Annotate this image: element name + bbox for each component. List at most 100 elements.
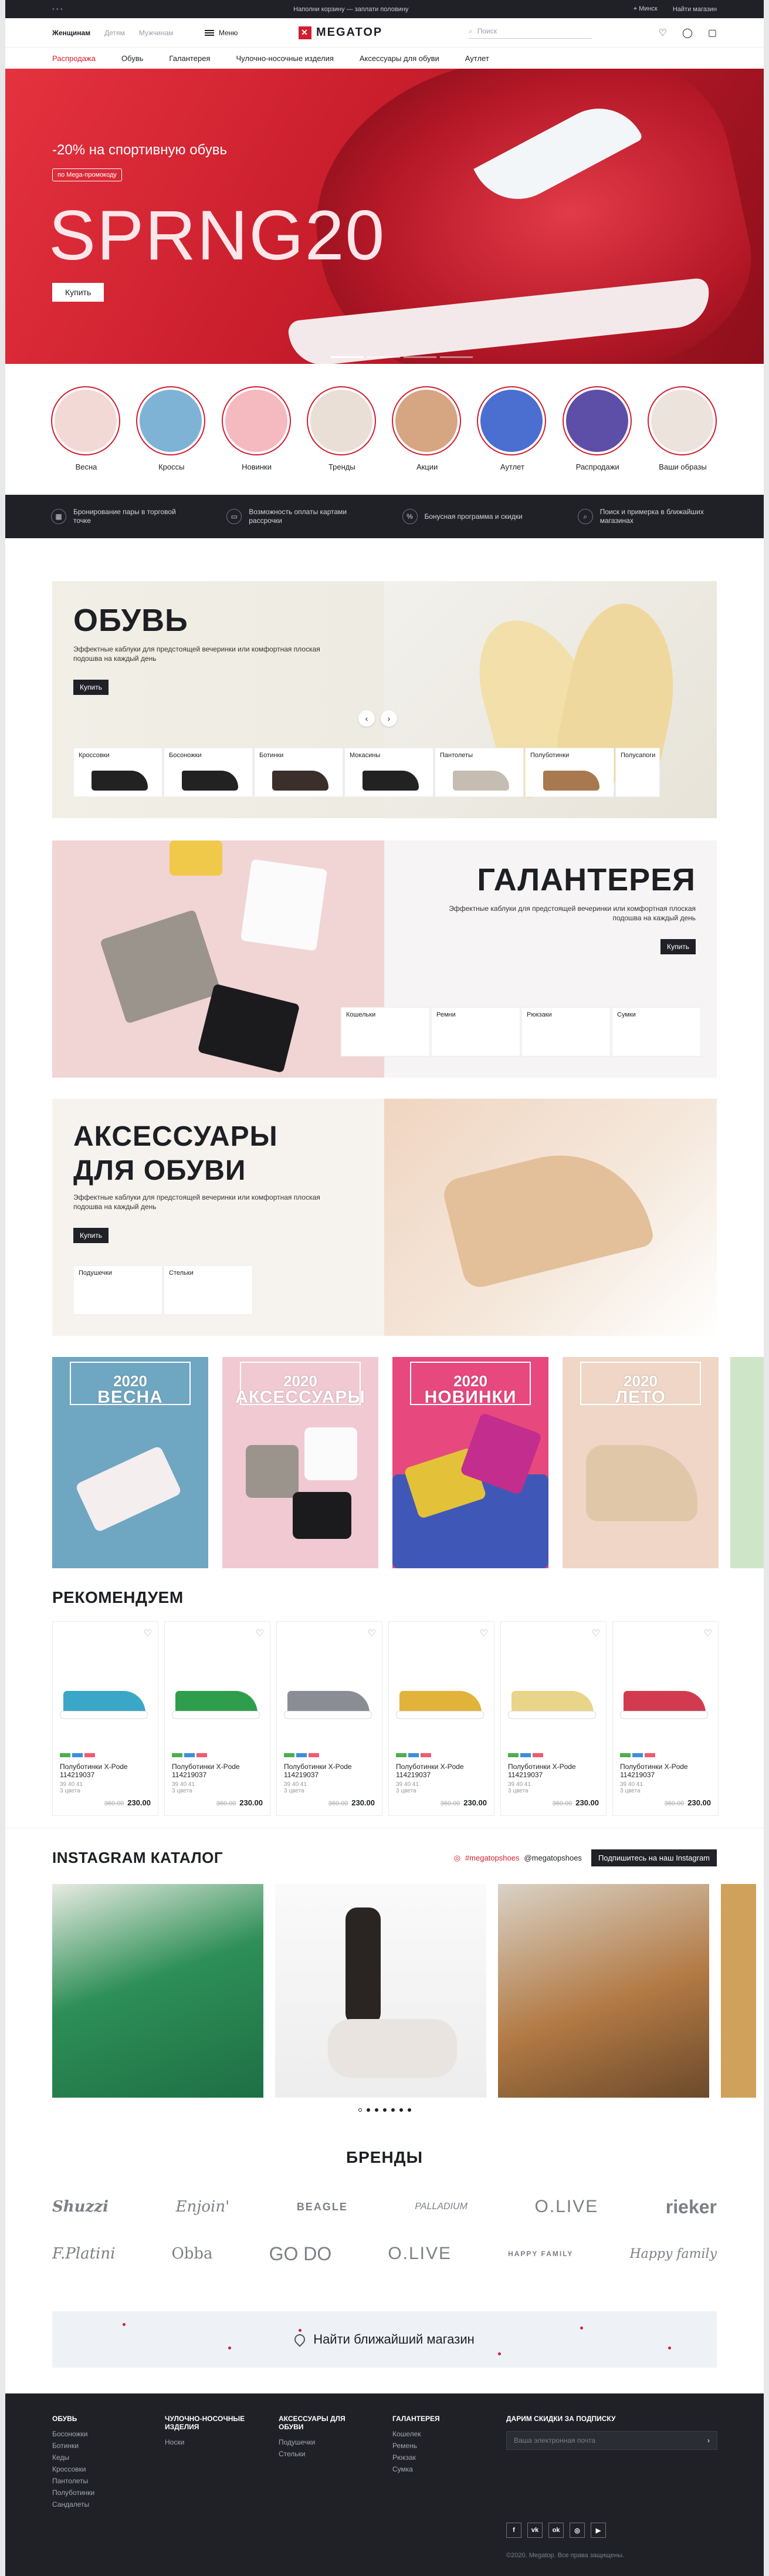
collection-tile[interactable]: 2020 АКСЕССУАРЫ bbox=[222, 1357, 378, 1568]
email-field[interactable]: Ваша электронная почта › bbox=[506, 2431, 717, 2450]
account-user-icon[interactable]: ◯ bbox=[682, 27, 693, 39]
haberdashery-buy-button[interactable]: Купить bbox=[660, 939, 696, 954]
heart-icon[interactable]: ♡ bbox=[144, 1628, 152, 1639]
brand-logo[interactable]: Obba bbox=[171, 2245, 212, 2263]
story-trends[interactable]: Тренды bbox=[306, 386, 377, 495]
footer-link[interactable]: Пантолеты bbox=[52, 2477, 94, 2485]
facebook-icon[interactable]: f bbox=[506, 2523, 521, 2538]
story-sales[interactable]: Распродажи bbox=[562, 386, 633, 495]
cat-shoes[interactable]: Обувь bbox=[121, 54, 143, 63]
subscribe-instagram-button[interactable]: Подпишитесь на наш Instagram bbox=[591, 1849, 717, 1866]
instagram-icon[interactable]: ◎ bbox=[570, 2523, 585, 2538]
hero-buy-button[interactable]: Купить bbox=[52, 283, 104, 302]
product-card[interactable]: ♡ Полуботинки X-Pode 114219037 39 40 41 3… bbox=[52, 1621, 158, 1816]
subcategory-card[interactable]: Сумки bbox=[612, 1007, 701, 1056]
subcategory-card[interactable]: Пантолеты bbox=[435, 748, 524, 797]
gallery-dot[interactable] bbox=[374, 2108, 378, 2112]
brand-logo[interactable]: O.LIVE bbox=[388, 2244, 452, 2264]
brand-logo[interactable]: GO DO bbox=[269, 2243, 332, 2265]
chevron-left-icon[interactable]: ‹ bbox=[358, 710, 375, 727]
brand-logo[interactable]: PALLADIUM bbox=[415, 2202, 468, 2212]
subcategory-card[interactable]: Босоножки bbox=[164, 748, 253, 797]
collection-tile[interactable]: 2020 ВЕСНА bbox=[52, 1357, 208, 1568]
heart-icon[interactable]: ♡ bbox=[368, 1628, 376, 1639]
footer-link[interactable]: Кеды bbox=[52, 2453, 94, 2462]
subcategory-card[interactable]: Кроссовки bbox=[73, 748, 162, 797]
account-link[interactable]: @megatopshoes bbox=[524, 1853, 581, 1862]
cat-hosiery[interactable]: Чулочно-носочные изделия bbox=[236, 54, 333, 63]
slide-indicator[interactable] bbox=[404, 356, 436, 358]
slide-indicator[interactable] bbox=[367, 356, 400, 358]
slide-indicator[interactable] bbox=[440, 356, 473, 358]
footer-link[interactable]: Полуботинки bbox=[52, 2489, 94, 2497]
product-card[interactable]: ♡ Полуботинки X-Pode 114219037 39 40 41 3… bbox=[388, 1621, 494, 1816]
story-outlet[interactable]: Аутлет bbox=[477, 386, 547, 495]
cat-sale[interactable]: Распродажа bbox=[52, 54, 96, 63]
favorites-heart-icon[interactable]: ♡ bbox=[659, 27, 667, 39]
story-sneakers[interactable]: Кроссы bbox=[136, 386, 206, 495]
gallery-dot[interactable] bbox=[358, 2108, 362, 2112]
subcategory-card[interactable]: Подушечки bbox=[73, 1265, 162, 1315]
cat-shoe-accessories[interactable]: Аксессуары для обуви bbox=[360, 54, 439, 63]
footer-link[interactable]: Рюкзак bbox=[392, 2453, 440, 2462]
subcategory-card[interactable]: Полуботинки bbox=[525, 748, 614, 797]
brand-logo[interactable]: O.LIVE bbox=[535, 2197, 599, 2217]
shoes-buy-button[interactable]: Купить bbox=[73, 680, 109, 695]
footer-link[interactable]: Носки bbox=[165, 2438, 259, 2446]
product-card[interactable]: ♡ Полуботинки X-Pode 114219037 39 40 41 3… bbox=[164, 1621, 270, 1816]
youtube-icon[interactable]: ▶ bbox=[591, 2523, 606, 2538]
gallery-dot[interactable] bbox=[391, 2108, 395, 2112]
footer-link[interactable]: Кошелек bbox=[392, 2430, 440, 2438]
city-selector[interactable]: ⌖ Минск bbox=[634, 5, 658, 13]
gallery-dot[interactable] bbox=[399, 2108, 403, 2112]
cart-bag-icon[interactable]: ▢ bbox=[708, 27, 717, 39]
gender-men[interactable]: Мужчинам bbox=[139, 29, 174, 37]
gallery-dot[interactable] bbox=[407, 2108, 411, 2112]
heart-icon[interactable]: ♡ bbox=[592, 1628, 600, 1639]
instagram-photo[interactable] bbox=[275, 1884, 486, 2098]
story-looks[interactable]: Ваши образы bbox=[647, 386, 718, 495]
find-store-link[interactable]: Найти магазин bbox=[673, 6, 717, 13]
chevron-right-icon[interactable]: › bbox=[381, 710, 397, 727]
cat-haberdashery[interactable]: Галантерея bbox=[169, 54, 210, 63]
instagram-photo[interactable] bbox=[498, 1884, 709, 2098]
footer-link[interactable]: Ремень bbox=[392, 2442, 440, 2450]
search-field[interactable]: ⌕ Поиск bbox=[469, 27, 592, 39]
brand-logo[interactable]: Shuzzi bbox=[52, 2198, 109, 2216]
footer-link[interactable]: Сандалеты bbox=[52, 2500, 94, 2509]
brand-logo[interactable]: HAPPY FAMILY bbox=[508, 2250, 573, 2258]
vk-icon[interactable]: vk bbox=[527, 2523, 543, 2538]
footer-link[interactable]: Сумка bbox=[392, 2465, 440, 2473]
subcategory-card[interactable]: Стельки bbox=[164, 1265, 253, 1315]
subcategory-card[interactable]: Ботинки bbox=[254, 748, 343, 797]
hashtag-link[interactable]: #megatopshoes bbox=[465, 1853, 520, 1862]
subcategory-card[interactable]: Ремни bbox=[431, 1007, 520, 1056]
footer-link[interactable]: Кроссовки bbox=[52, 2465, 94, 2473]
heart-icon[interactable]: ♡ bbox=[480, 1628, 488, 1639]
odnoklassniki-icon[interactable]: ok bbox=[548, 2523, 564, 2538]
brand-logo[interactable]: F.Platini bbox=[52, 2245, 115, 2263]
subcategory-card[interactable]: Рюкзаки bbox=[521, 1007, 611, 1056]
arrow-right-icon[interactable]: › bbox=[707, 2436, 710, 2445]
find-store-banner[interactable]: Найти ближайший магазин bbox=[52, 2311, 717, 2368]
story-promo[interactable]: Акции bbox=[392, 386, 462, 495]
collection-tile[interactable]: 2020 НОВИНКИ bbox=[392, 1357, 548, 1568]
gender-women[interactable]: Женщинам bbox=[52, 29, 90, 37]
accessories-buy-button[interactable]: Купить bbox=[73, 1228, 109, 1243]
footer-link[interactable]: Босоножки bbox=[52, 2430, 94, 2438]
heart-icon[interactable]: ♡ bbox=[704, 1628, 712, 1639]
heart-icon[interactable]: ♡ bbox=[256, 1628, 264, 1639]
promo-message[interactable]: Наполни корзину — заплати половину bbox=[69, 6, 634, 13]
story-spring[interactable]: Весна bbox=[51, 386, 121, 495]
instagram-photo[interactable] bbox=[52, 1884, 263, 2098]
brand-logo[interactable]: Happy family bbox=[629, 2247, 717, 2261]
footer-link[interactable]: Ботинки bbox=[52, 2442, 94, 2450]
gender-kids[interactable]: Детям bbox=[104, 29, 125, 37]
brand-logo[interactable]: Enjoin' bbox=[176, 2198, 230, 2216]
subcategory-card[interactable]: Полусапоги bbox=[615, 748, 660, 797]
product-card[interactable]: ♡ Полуботинки X-Pode 114219037 39 40 41 3… bbox=[276, 1621, 382, 1816]
subcategory-card[interactable]: Кошельки bbox=[341, 1007, 430, 1056]
menu-button[interactable]: Меню bbox=[205, 29, 299, 37]
gallery-dot[interactable] bbox=[366, 2108, 370, 2112]
footer-link[interactable]: Стельки bbox=[279, 2450, 355, 2458]
